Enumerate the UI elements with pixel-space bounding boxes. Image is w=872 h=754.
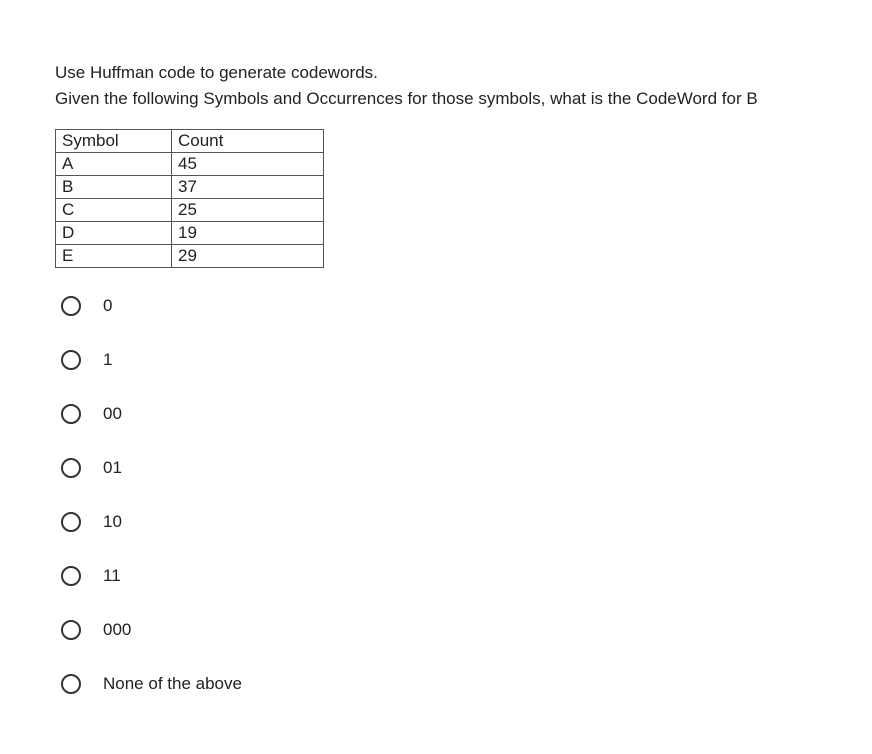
option-label: 1 [103,350,112,370]
table-row: D 19 [56,222,324,245]
radio-icon [61,620,81,640]
symbol-count-table: Symbol Count A 45 B 37 C 25 D 19 E 29 [55,129,324,268]
option-label: 11 [103,566,121,586]
radio-icon [61,458,81,478]
option-label: 01 [103,458,122,478]
option-label: 000 [103,620,131,640]
radio-icon [61,404,81,424]
option-label: 0 [103,296,112,316]
table-row: B 37 [56,176,324,199]
option-0[interactable]: 0 [61,296,817,316]
table-row: C 25 [56,199,324,222]
option-none[interactable]: None of the above [61,674,817,694]
radio-icon [61,512,81,532]
option-1[interactable]: 1 [61,350,817,370]
header-count: Count [172,130,324,153]
question-text: Use Huffman code to generate codewords. … [55,60,817,111]
cell-count: 25 [172,199,324,222]
answer-options: 0 1 00 01 10 11 000 None of the above [55,296,817,694]
table-row: A 45 [56,153,324,176]
cell-count: 19 [172,222,324,245]
radio-icon [61,296,81,316]
cell-symbol: C [56,199,172,222]
option-11[interactable]: 11 [61,566,817,586]
radio-icon [61,566,81,586]
radio-icon [61,674,81,694]
cell-symbol: B [56,176,172,199]
option-000[interactable]: 000 [61,620,817,640]
cell-count: 45 [172,153,324,176]
option-label: None of the above [103,674,242,694]
cell-count: 29 [172,245,324,268]
option-label: 00 [103,404,122,424]
table-row: E 29 [56,245,324,268]
question-line-2: Given the following Symbols and Occurren… [55,89,758,108]
question-line-1: Use Huffman code to generate codewords. [55,63,378,82]
option-01[interactable]: 01 [61,458,817,478]
radio-icon [61,350,81,370]
cell-symbol: A [56,153,172,176]
option-label: 10 [103,512,122,532]
option-00[interactable]: 00 [61,404,817,424]
table-header-row: Symbol Count [56,130,324,153]
option-10[interactable]: 10 [61,512,817,532]
cell-symbol: E [56,245,172,268]
header-symbol: Symbol [56,130,172,153]
cell-symbol: D [56,222,172,245]
cell-count: 37 [172,176,324,199]
